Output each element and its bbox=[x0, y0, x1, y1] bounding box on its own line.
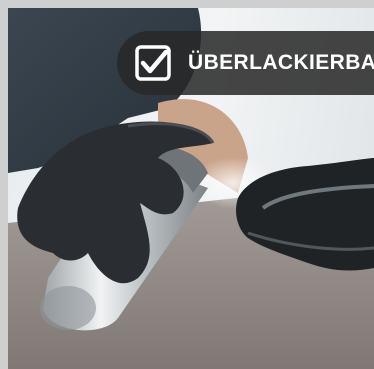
feature-badge: ÜBERLACKIERBA bbox=[117, 31, 374, 95]
feature-badge-label: ÜBERLACKIERBA bbox=[188, 51, 374, 74]
product-image-frame: ÜBERLACKIERBA bbox=[0, 0, 374, 369]
checkbox-check-icon bbox=[135, 45, 171, 81]
